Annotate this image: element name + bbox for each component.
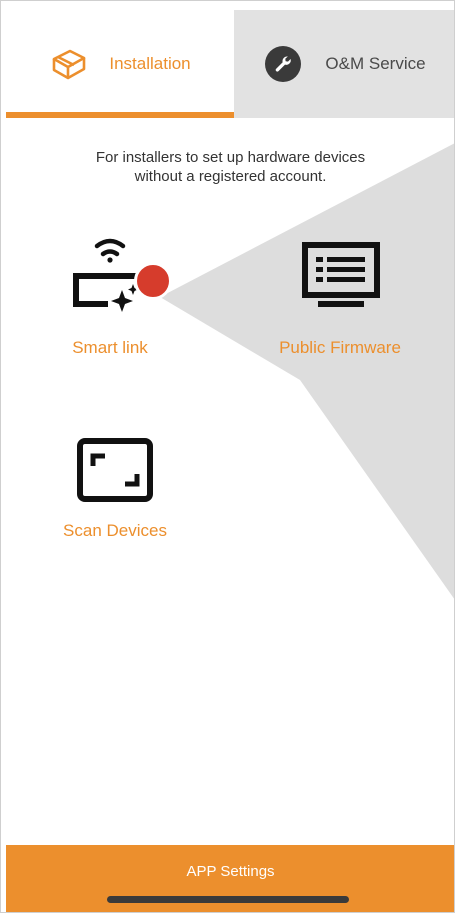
tab-installation[interactable]: Installation — [6, 10, 234, 118]
description-line-2: without a registered account. — [134, 168, 327, 185]
background-decoration — [160, 143, 455, 600]
page-description: For installers to set up hardware device… — [6, 148, 455, 186]
scan-frame-icon — [77, 438, 153, 507]
notification-badge — [134, 262, 172, 300]
app-settings-label: APP Settings — [186, 863, 275, 880]
home-indicator[interactable] — [107, 896, 349, 903]
smart-link-icon — [40, 232, 180, 312]
public-firmware-label: Public Firmware — [279, 338, 401, 357]
box-icon — [49, 44, 89, 84]
description-line-1: For installers to set up hardware device… — [95, 149, 366, 166]
active-tab-indicator — [6, 112, 234, 118]
app-screen: Installation O&M Service For installers … — [0, 0, 455, 913]
smart-link-tile[interactable]: Smart link — [40, 232, 180, 357]
tab-om-service-label: O&M Service — [325, 54, 426, 73]
monitor-icon — [302, 242, 380, 313]
scan-devices-label: Scan Devices — [63, 521, 167, 540]
tab-bar: Installation O&M Service — [6, 10, 455, 118]
screen-border — [0, 0, 455, 913]
smart-link-label: Smart link — [72, 338, 148, 357]
wrench-icon — [263, 44, 303, 84]
tab-installation-label: Installation — [109, 54, 191, 73]
tab-om-service[interactable]: O&M Service — [234, 10, 455, 118]
